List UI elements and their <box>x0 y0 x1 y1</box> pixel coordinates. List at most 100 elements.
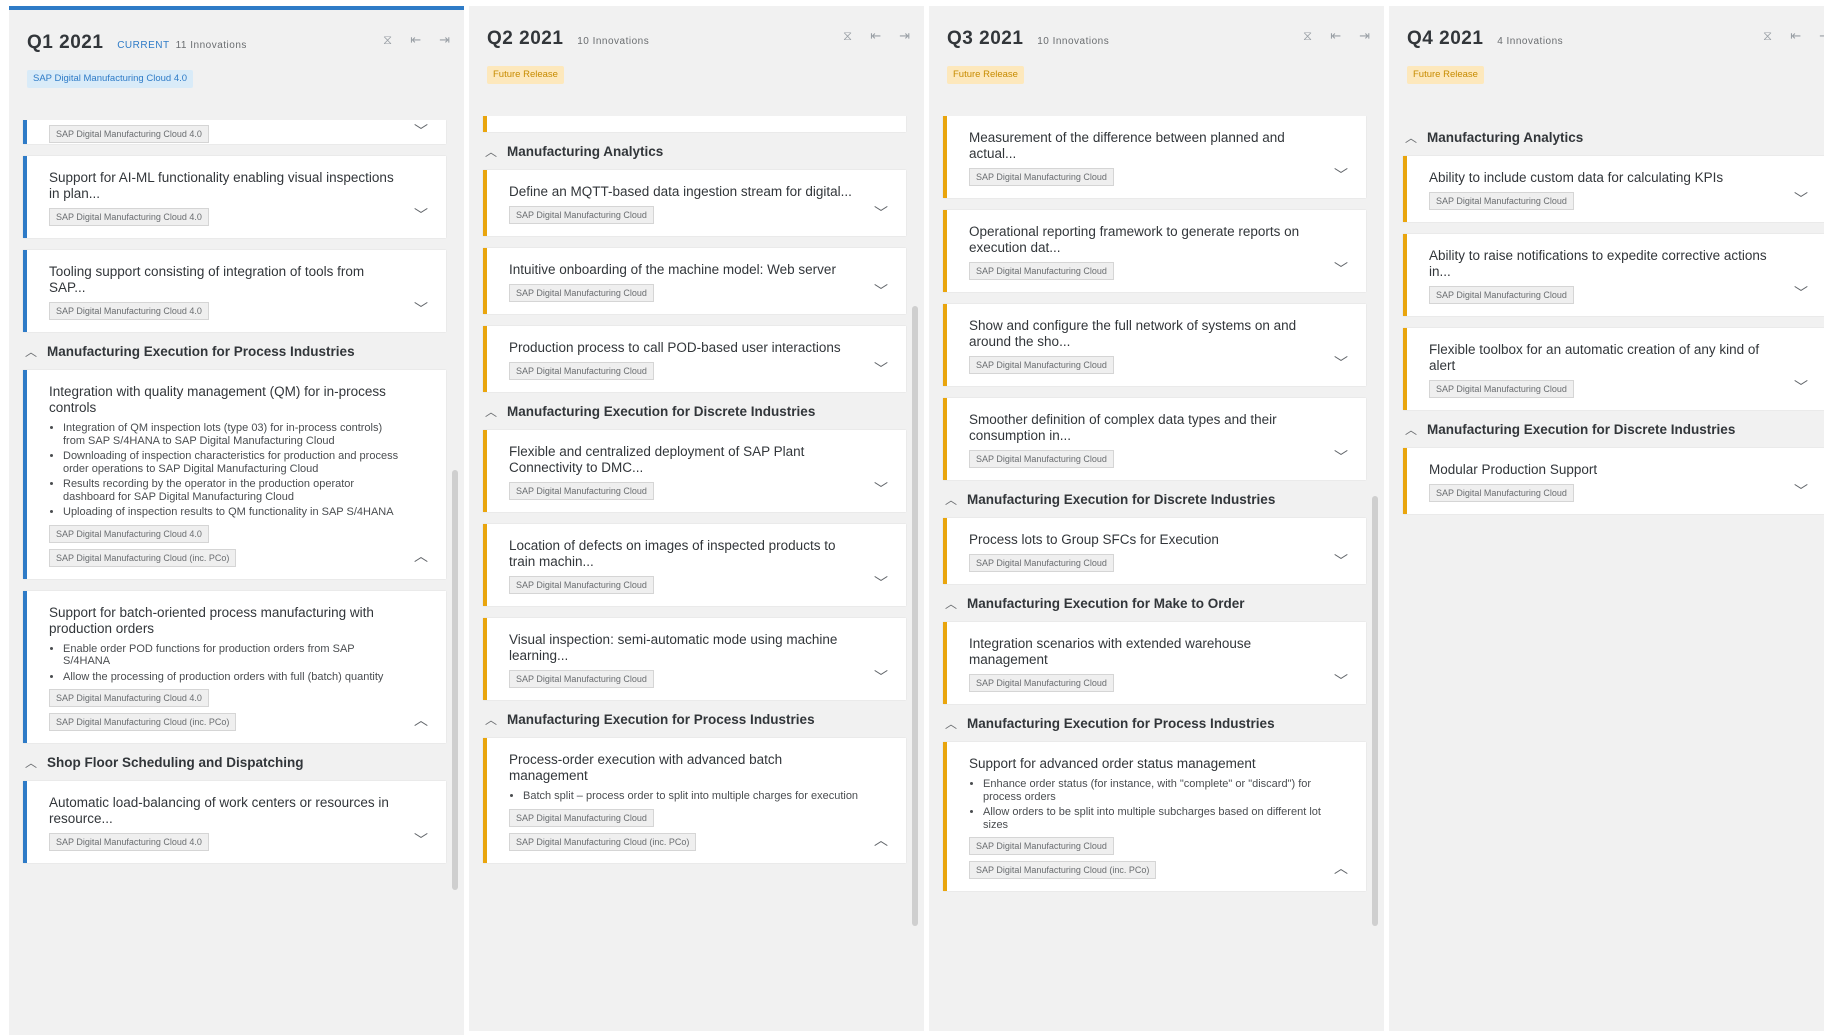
collapse-left-icon[interactable]: ⇤ <box>1790 28 1801 44</box>
chevron-down-icon[interactable]: ﹀ <box>874 362 888 376</box>
product-chip: SAP Digital Manufacturing Cloud 4.0 <box>49 833 209 851</box>
innovation-card[interactable]: Ability to include custom data for calcu… <box>1403 156 1824 222</box>
group-header[interactable]: ︿ Manufacturing Execution for Discrete In… <box>1403 422 1824 438</box>
chevron-up-icon[interactable]: ︿ <box>1405 130 1417 146</box>
innovation-card[interactable]: Flexible and centralized deployment of S… <box>483 430 906 512</box>
innovation-card[interactable]: Intuitive onboarding of the machine mode… <box>483 248 906 314</box>
chevron-up-icon[interactable]: ︿ <box>945 596 957 612</box>
innovation-card[interactable]: Location of defects on images of inspect… <box>483 524 906 606</box>
innovation-card[interactable]: Ability to raise notifications to expedi… <box>1403 234 1824 316</box>
innovation-card[interactable]: Integration with quality management (QM)… <box>23 370 446 579</box>
scrollbar[interactable] <box>452 470 458 890</box>
chevron-down-icon[interactable]: ﹀ <box>1334 554 1348 568</box>
innovation-title: Automatic load-balancing of work centers… <box>49 795 389 826</box>
group-header[interactable]: ︿ Manufacturing Execution for Discrete In… <box>943 492 1366 508</box>
chevron-down-icon[interactable]: ﹀ <box>1794 192 1808 206</box>
filter-icon[interactable]: ⧖ <box>843 28 852 44</box>
collapse-left-icon[interactable]: ⇤ <box>870 28 881 44</box>
chevron-down-icon[interactable]: ﹀ <box>1794 484 1808 498</box>
chevron-up-icon[interactable]: ︿ <box>1405 422 1417 438</box>
innovation-card[interactable]: Support for batch-oriented process manuf… <box>23 590 446 743</box>
innovation-title: Define an MQTT-based data ingestion stre… <box>509 184 852 199</box>
innovation-card[interactable]: SAP Digital Manufacturing Cloud 4.0 ﹀ <box>23 120 446 144</box>
filter-icon[interactable]: ⧖ <box>1763 28 1772 44</box>
innovation-card[interactable]: Modular Production Support SAP Digital Ma… <box>1403 448 1824 514</box>
group-header[interactable]: ︿ Shop Floor Scheduling and Dispatching <box>23 755 446 771</box>
group-header[interactable]: ︿ Manufacturing Execution for Make to Ord… <box>943 596 1366 612</box>
scrollbar[interactable] <box>912 306 918 926</box>
innovation-card[interactable]: Flexible toolbox for an automatic creati… <box>1403 328 1824 410</box>
chevron-down-icon[interactable]: ﹀ <box>1334 168 1348 182</box>
innovation-card[interactable]: Tooling support consisting of integratio… <box>23 250 446 332</box>
innovation-card[interactable] <box>483 116 906 132</box>
innovation-card[interactable]: Process-order execution with advanced ba… <box>483 738 906 863</box>
expand-right-icon[interactable]: ⇥ <box>439 32 450 48</box>
innovation-card[interactable]: Integration scenarios with extended ware… <box>943 622 1366 704</box>
scrollbar[interactable] <box>1372 496 1378 926</box>
detail-item: Results recording by the operator in the… <box>63 478 402 503</box>
chevron-down-icon[interactable]: ﹀ <box>1334 356 1348 370</box>
product-chip: SAP Digital Manufacturing Cloud 4.0 <box>49 208 209 226</box>
innovation-card[interactable]: Operational reporting framework to gener… <box>943 210 1366 292</box>
chevron-up-icon[interactable]: ︿ <box>485 712 497 728</box>
innovation-title: Integration with quality management (QM)… <box>49 384 386 415</box>
product-chips: SAP Digital Manufacturing Cloud SAP Digit… <box>969 837 1322 879</box>
group-title: Manufacturing Execution for Process Indu… <box>507 712 815 727</box>
chevron-up-icon[interactable]: ︿ <box>874 833 888 847</box>
expand-right-icon[interactable]: ⇥ <box>899 28 910 44</box>
group-title: Manufacturing Execution for Process Indu… <box>967 716 1275 731</box>
innovation-card[interactable]: Automatic load-balancing of work centers… <box>23 781 446 863</box>
chevron-down-icon[interactable]: ﹀ <box>414 208 428 222</box>
innovation-card[interactable]: Support for AI-ML functionality enabling… <box>23 156 446 238</box>
product-chips: SAP Digital Manufacturing Cloud <box>509 206 862 224</box>
chevron-up-icon[interactable]: ︿ <box>1334 861 1348 875</box>
filter-icon[interactable]: ⧖ <box>383 32 392 48</box>
expand-right-icon[interactable]: ⇥ <box>1359 28 1370 44</box>
innovation-card[interactable]: Measurement of the difference between pl… <box>943 116 1366 198</box>
innovation-title: Show and configure the full network of s… <box>969 318 1297 349</box>
chevron-down-icon[interactable]: ﹀ <box>874 482 888 496</box>
chevron-up-icon[interactable]: ︿ <box>25 344 37 360</box>
chevron-down-icon[interactable]: ﹀ <box>414 833 428 847</box>
innovation-card[interactable]: Process lots to Group SFCs for Execution… <box>943 518 1366 584</box>
chevron-down-icon[interactable]: ﹀ <box>874 576 888 590</box>
chevron-down-icon[interactable]: ﹀ <box>1334 262 1348 276</box>
product-chip: SAP Digital Manufacturing Cloud (inc. PC… <box>49 548 237 567</box>
group-header[interactable]: ︿ Manufacturing Execution for Discrete In… <box>483 404 906 420</box>
chevron-up-icon[interactable]: ︿ <box>485 144 497 160</box>
innovation-details: Enhance order status (for instance, with… <box>969 778 1322 831</box>
filter-icon[interactable]: ⧖ <box>1303 28 1312 44</box>
group-header[interactable]: ︿ Manufacturing Analytics <box>1403 130 1824 146</box>
chevron-up-icon[interactable]: ︿ <box>414 549 428 563</box>
chevron-up-icon[interactable]: ︿ <box>945 716 957 732</box>
chevron-down-icon[interactable]: ﹀ <box>1334 450 1348 464</box>
innovation-card[interactable]: Support for advanced order status manage… <box>943 742 1366 891</box>
chevron-up-icon[interactable]: ︿ <box>945 492 957 508</box>
group-header[interactable]: ︿ Manufacturing Execution for Process Ind… <box>483 712 906 728</box>
chevron-down-icon[interactable]: ﹀ <box>414 302 428 316</box>
collapse-left-icon[interactable]: ⇤ <box>1330 28 1341 44</box>
innovation-card[interactable]: Define an MQTT-based data ingestion stre… <box>483 170 906 236</box>
product-chips: SAP Digital Manufacturing Cloud <box>1429 484 1782 502</box>
chevron-down-icon[interactable]: ﹀ <box>874 284 888 298</box>
innovation-card[interactable]: Smoother definition of complex data type… <box>943 398 1366 480</box>
group-header[interactable]: ︿ Manufacturing Execution for Process Ind… <box>23 344 446 360</box>
chevron-down-icon[interactable]: ﹀ <box>1334 674 1348 688</box>
chevron-down-icon[interactable]: ﹀ <box>1794 286 1808 300</box>
product-chip: SAP Digital Manufacturing Cloud <box>509 206 654 224</box>
group-header[interactable]: ︿ Manufacturing Execution for Process Ind… <box>943 716 1366 732</box>
chevron-up-icon[interactable]: ︿ <box>485 404 497 420</box>
chevron-down-icon[interactable]: ﹀ <box>874 670 888 684</box>
collapse-left-icon[interactable]: ⇤ <box>410 32 421 48</box>
quarter-label: Q2 2021 <box>487 28 564 49</box>
chevron-up-icon[interactable]: ︿ <box>25 755 37 771</box>
chevron-down-icon[interactable]: ﹀ <box>1794 380 1808 394</box>
innovation-card[interactable]: Show and configure the full network of s… <box>943 304 1366 386</box>
innovation-card[interactable]: Visual inspection: semi-automatic mode u… <box>483 618 906 700</box>
group-header[interactable]: ︿ Manufacturing Analytics <box>483 144 906 160</box>
expand-right-icon[interactable]: ⇥ <box>1819 28 1824 44</box>
chevron-down-icon[interactable]: ﹀ <box>874 206 888 220</box>
innovation-card[interactable]: Production process to call POD-based use… <box>483 326 906 392</box>
chevron-down-icon[interactable]: ﹀ <box>414 124 428 138</box>
chevron-up-icon[interactable]: ︿ <box>414 713 428 727</box>
